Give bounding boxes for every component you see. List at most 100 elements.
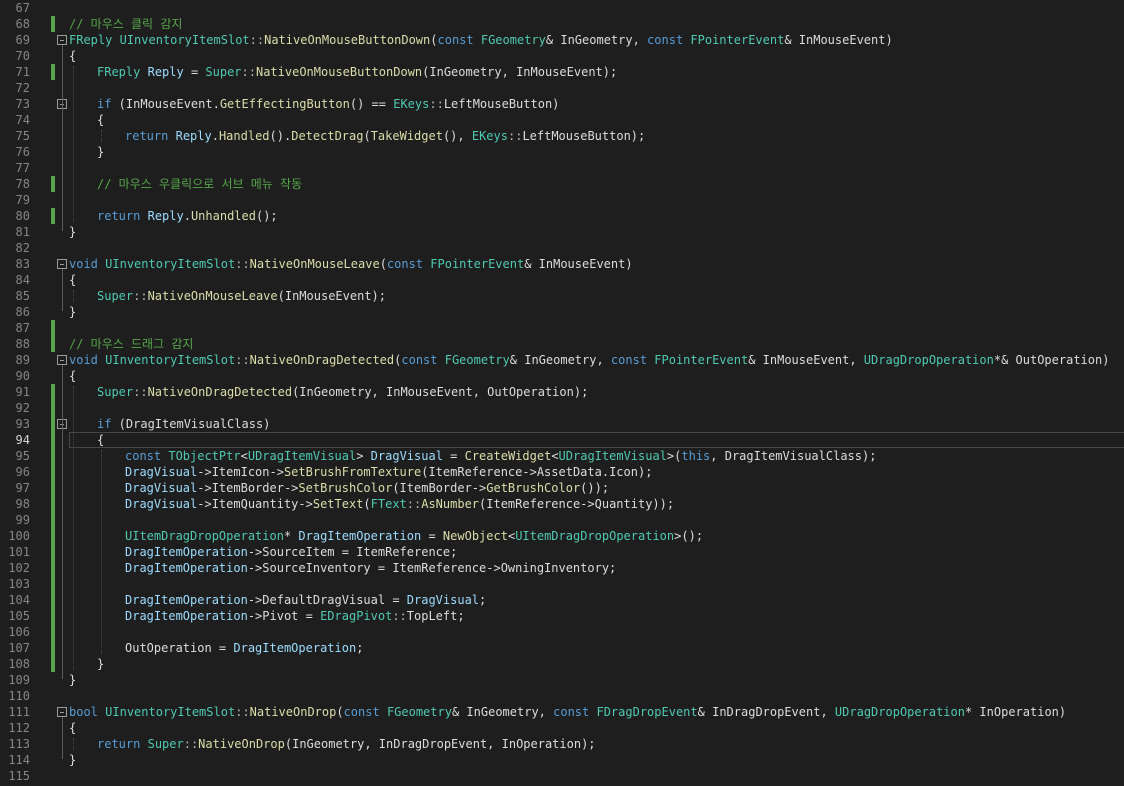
code-token: LeftMouseButton) bbox=[443, 97, 560, 111]
code-token: () == bbox=[349, 97, 394, 111]
code-token: TopLeft; bbox=[406, 609, 465, 623]
code-text: DragVisual->ItemQuantity->SetText(FText:… bbox=[125, 496, 674, 512]
code-line[interactable]: 115 bbox=[0, 768, 1124, 784]
code-line[interactable]: 77 bbox=[0, 160, 1124, 176]
line-number: 70 bbox=[15, 49, 30, 63]
code-line[interactable]: 69 FReply UInventoryItemSlot::NativeOnMou… bbox=[0, 32, 1124, 48]
code-line[interactable]: 95 const TObjectPtr<UDragItemVisual> Drag… bbox=[0, 448, 1124, 464]
code-text: { bbox=[69, 368, 76, 384]
code-line[interactable]: 68 // 마우스 클릭 감지 bbox=[0, 16, 1124, 32]
code-line[interactable]: 79 bbox=[0, 192, 1124, 208]
code-line[interactable]: 103 bbox=[0, 576, 1124, 592]
code-line[interactable]: 85 Super::NativeOnMouseLeave(InMouseEvent… bbox=[0, 288, 1124, 304]
code-line[interactable]: 84 { bbox=[0, 272, 1124, 288]
code-token: DetectDrag bbox=[291, 129, 364, 143]
collapse-icon[interactable] bbox=[57, 707, 67, 717]
code-line[interactable]: 91 Super::NativeOnDragDetected(InGeometry… bbox=[0, 384, 1124, 400]
code-line[interactable]: 92 bbox=[0, 400, 1124, 416]
code-line[interactable]: 93 if (DragItemVisualClass) bbox=[0, 416, 1124, 432]
code-line[interactable]: 70 { bbox=[0, 48, 1124, 64]
change-marker bbox=[51, 448, 55, 464]
code-line[interactable]: 106 bbox=[0, 624, 1124, 640]
code-line[interactable]: 80 return Reply.Unhandled(); bbox=[0, 208, 1124, 224]
code-line[interactable]: 114} bbox=[0, 752, 1124, 768]
code-token: (). bbox=[269, 129, 292, 143]
change-marker bbox=[51, 336, 55, 352]
code-token: = bbox=[421, 529, 443, 543]
code-line[interactable]: 82 bbox=[0, 240, 1124, 256]
code-text: const TObjectPtr<UDragItemVisual> DragVi… bbox=[125, 448, 876, 464]
code-line[interactable]: 73 if (InMouseEvent.GetEffectingButton() … bbox=[0, 96, 1124, 112]
code-token: if bbox=[97, 97, 112, 111]
code-line[interactable]: 71 FReply Reply = Super::NativeOnMouseBut… bbox=[0, 64, 1124, 80]
code-token: UItemDragDropOperation bbox=[515, 529, 675, 543]
code-line[interactable]: 104 DragItemOperation->DefaultDragVisual … bbox=[0, 592, 1124, 608]
code-line[interactable]: 101 DragItemOperation->SourceItem = ItemR… bbox=[0, 544, 1124, 560]
code-line[interactable]: 112 { bbox=[0, 720, 1124, 736]
code-line[interactable]: 110 bbox=[0, 688, 1124, 704]
code-line[interactable]: 111 bool UInventoryItemSlot::NativeOnDrop… bbox=[0, 704, 1124, 720]
code-token: DragItemOperation bbox=[125, 593, 248, 607]
code-text: { bbox=[97, 432, 104, 448]
collapse-icon[interactable] bbox=[57, 259, 67, 269]
code-token: (InGeometry, InDragDropEvent, InOperatio… bbox=[284, 737, 596, 751]
code-editor[interactable]: 67 68 // 마우스 클릭 감지 69 FReply UInventoryItemS… bbox=[0, 0, 1124, 786]
code-line[interactable]: 100 UItemDragDropOperation* DragItemOpera… bbox=[0, 528, 1124, 544]
line-number: 87 bbox=[15, 321, 30, 335]
code-token: , DragItemVisualClass); bbox=[710, 449, 877, 463]
code-token: void bbox=[69, 353, 98, 367]
code-line[interactable]: 72 bbox=[0, 80, 1124, 96]
code-line[interactable]: 98 DragVisual->ItemQuantity->SetText(FTex… bbox=[0, 496, 1124, 512]
collapse-icon[interactable] bbox=[57, 35, 67, 45]
code-token: NativeOnMouseLeave bbox=[147, 289, 278, 303]
code-line[interactable]: 108} bbox=[0, 656, 1124, 672]
code-line[interactable]: 76} bbox=[0, 144, 1124, 160]
change-marker bbox=[51, 544, 55, 560]
code-line[interactable]: 83 void UInventoryItemSlot::NativeOnMouse… bbox=[0, 256, 1124, 272]
code-token: } bbox=[69, 673, 77, 687]
code-line[interactable]: 90 { bbox=[0, 368, 1124, 384]
code-line[interactable]: 67 bbox=[0, 0, 1124, 16]
code-line[interactable]: 75 return Reply.Handled().DetectDrag(Take… bbox=[0, 128, 1124, 144]
code-token: return bbox=[97, 209, 141, 223]
collapse-icon[interactable] bbox=[57, 355, 67, 365]
code-line[interactable]: 87 bbox=[0, 320, 1124, 336]
code-line[interactable]: 107 OutOperation = DragItemOperation; bbox=[0, 640, 1124, 656]
code-line[interactable]: 99 bbox=[0, 512, 1124, 528]
code-token: return bbox=[97, 737, 141, 751]
code-line[interactable]: 81} bbox=[0, 224, 1124, 240]
code-line[interactable]: 109} bbox=[0, 672, 1124, 688]
code-token: (InMouseEvent); bbox=[277, 289, 386, 303]
code-token: :: bbox=[133, 385, 148, 399]
code-line[interactable]: 78 // 마우스 우클릭으로 서브 메뉴 작동 bbox=[0, 176, 1124, 192]
line-number: 109 bbox=[8, 673, 30, 687]
code-line[interactable]: 74 { bbox=[0, 112, 1124, 128]
change-marker bbox=[51, 592, 55, 608]
code-token: UInventoryItemSlot bbox=[119, 33, 250, 47]
code-line[interactable]: 96 DragVisual->ItemIcon->SetBrushFromText… bbox=[0, 464, 1124, 480]
code-line[interactable]: 89 void UInventoryItemSlot::NativeOnDragD… bbox=[0, 352, 1124, 368]
code-token: :: bbox=[241, 65, 256, 79]
code-line[interactable]: 94 { bbox=[0, 432, 1124, 448]
code-line[interactable]: 113 return Super::NativeOnDrop(InGeometry… bbox=[0, 736, 1124, 752]
line-number: 75 bbox=[15, 129, 30, 143]
line-number: 73 bbox=[15, 97, 30, 111]
indent-guide bbox=[73, 738, 74, 750]
code-token: NativeOnMouseButtonDown bbox=[255, 65, 423, 79]
code-line[interactable]: 88 // 마우스 드래그 감지 bbox=[0, 336, 1124, 352]
code-line[interactable]: 86} bbox=[0, 304, 1124, 320]
line-number: 79 bbox=[15, 193, 30, 207]
code-token: ->ItemQuantity-> bbox=[197, 497, 313, 511]
code-text: if (DragItemVisualClass) bbox=[97, 416, 270, 432]
code-line[interactable]: 102 DragItemOperation->SourceInventory = … bbox=[0, 560, 1124, 576]
code-line[interactable]: 97 DragVisual->ItemBorder->SetBrushColor(… bbox=[0, 480, 1124, 496]
code-line[interactable]: 105 DragItemOperation->Pivot = EDragPivot… bbox=[0, 608, 1124, 624]
code-text: return Reply.Unhandled(); bbox=[97, 208, 278, 224]
code-token: ->ItemBorder-> bbox=[197, 481, 299, 495]
code-token: DragItemOperation bbox=[233, 641, 357, 655]
code-token: . bbox=[183, 209, 191, 223]
change-marker bbox=[51, 16, 55, 32]
code-token: . bbox=[211, 129, 219, 143]
